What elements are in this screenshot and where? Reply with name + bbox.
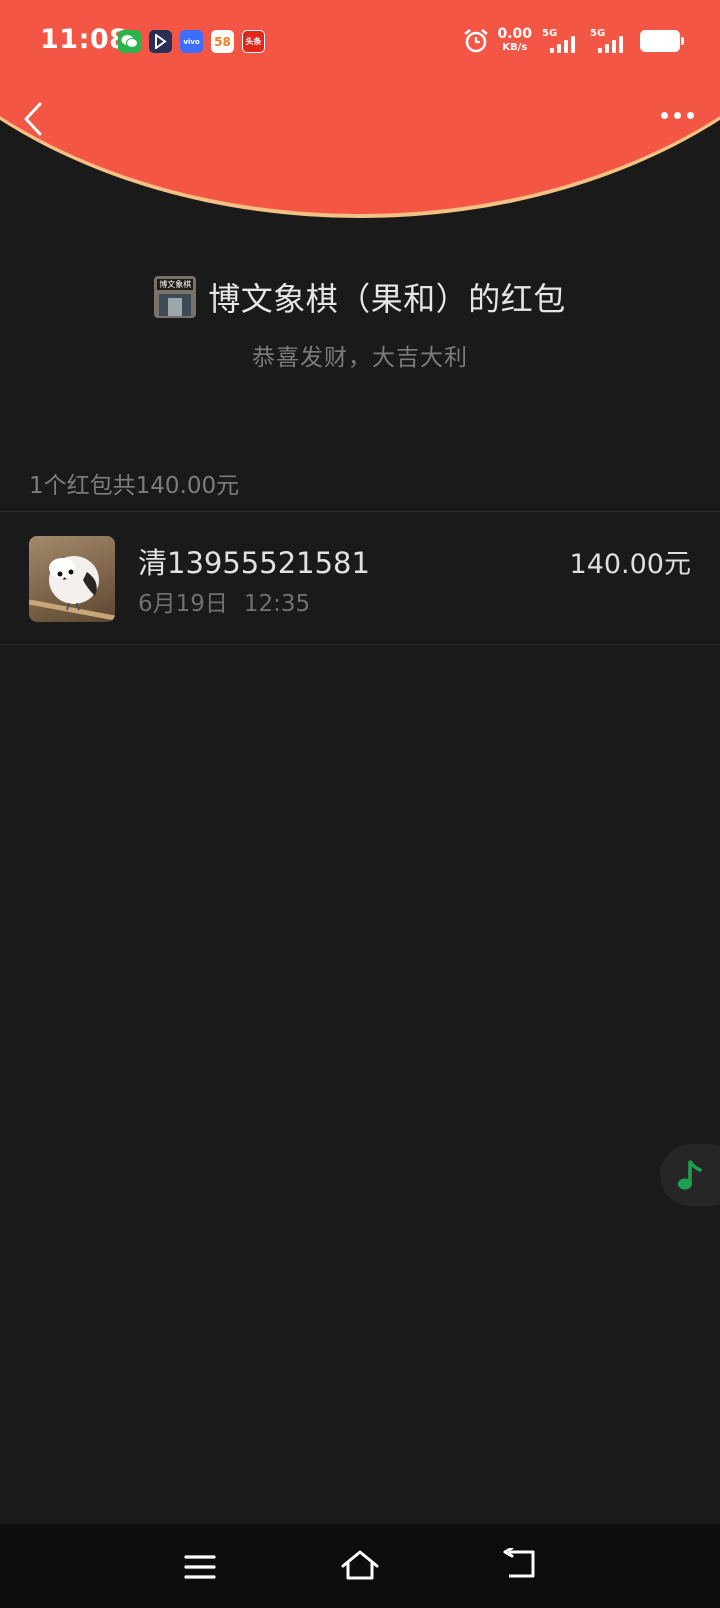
more-options-button[interactable]	[661, 112, 694, 119]
receive-time: 6月19日 12:35	[138, 584, 310, 618]
home-icon[interactable]	[340, 1548, 380, 1582]
back-button[interactable]	[20, 100, 50, 138]
sender-title-row: 博文象棋 博文象棋（果和）的红包	[0, 274, 720, 320]
network-speed-unit: KB/s	[502, 42, 528, 53]
p-app-icon	[149, 30, 172, 53]
packet-summary: 1个红包共140.00元	[29, 473, 240, 499]
more-dots-icon	[661, 112, 668, 119]
wechat-icon	[118, 30, 141, 53]
red-packet-detail-screen: 11:08 vivo 58 头条 0.00 KB/s 5G 5G 博文象棋 博文…	[0, 0, 720, 1608]
status-bar: 11:08 vivo 58 头条 0.00 KB/s 5G 5G	[0, 0, 720, 84]
music-note-icon	[678, 1160, 702, 1190]
page-title: 博文象棋（果和）的红包	[208, 280, 566, 318]
receive-clock: 12:35	[243, 591, 311, 617]
clock: 11:08	[40, 24, 129, 55]
chevron-left-icon	[24, 102, 42, 136]
floating-music-button[interactable]	[660, 1144, 720, 1206]
blessing-message: 恭喜发财，大吉大利	[252, 345, 468, 371]
sim2-signal-icon: 5G	[588, 28, 628, 54]
network-speed-value: 0.00	[497, 26, 532, 42]
alarm-clock-icon	[464, 29, 489, 53]
received-amount: 140.00元	[569, 549, 691, 580]
notification-icons: vivo 58 头条	[118, 30, 265, 53]
system-navigation-bar	[0, 1524, 720, 1608]
bird-photo-icon	[29, 556, 115, 621]
toutiao-icon: 头条	[242, 30, 265, 53]
receiver-avatar[interactable]	[29, 536, 115, 622]
divider	[0, 644, 720, 645]
vivo-icon: vivo	[180, 30, 203, 53]
sim1-signal-icon: 5G	[540, 28, 580, 54]
receive-date: 6月19日	[138, 591, 228, 617]
sender-avatar-sign: 博文象棋	[157, 279, 194, 290]
return-icon[interactable]	[503, 1548, 537, 1580]
list-item[interactable]: 清13955521581 6月19日 12:35 140.00元	[0, 512, 720, 644]
58-icon: 58	[211, 30, 234, 53]
system-status: 0.00 KB/s 5G 5G	[463, 26, 684, 54]
menu-icon[interactable]	[184, 1554, 216, 1580]
battery-icon	[640, 30, 684, 52]
sender-avatar[interactable]: 博文象棋	[154, 276, 197, 318]
receiver-name: 清13955521581	[138, 546, 370, 580]
network-speed: 0.00 KB/s	[497, 26, 532, 54]
